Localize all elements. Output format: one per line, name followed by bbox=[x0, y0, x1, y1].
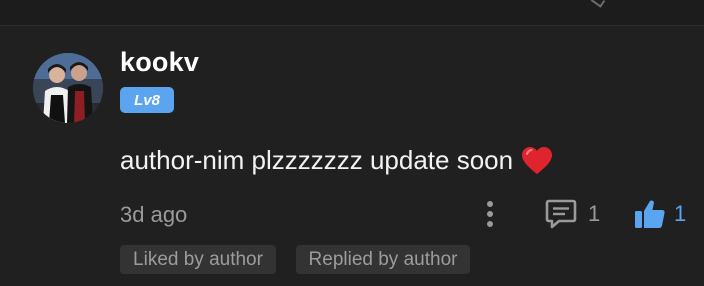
comment-body: author-nim plzzzzzzz update soon bbox=[120, 145, 553, 176]
replied-by-author-tag: Replied by author bbox=[296, 245, 470, 274]
like-count: 1 bbox=[674, 201, 687, 226]
more-dot bbox=[487, 211, 493, 217]
level-badge: Lv8 bbox=[120, 87, 174, 113]
comment-timestamp: 3d ago bbox=[120, 202, 188, 227]
like-button[interactable]: 1 bbox=[634, 197, 686, 231]
liked-by-author-tag: Liked by author bbox=[120, 245, 276, 274]
red-heart-icon bbox=[521, 146, 553, 175]
previous-comment-divider bbox=[0, 0, 704, 26]
user-avatar[interactable] bbox=[33, 53, 103, 123]
username[interactable]: kookv bbox=[120, 47, 199, 78]
comment-icon bbox=[545, 199, 577, 229]
thumbs-up-icon bbox=[635, 200, 665, 228]
comment-text: author-nim plzzzzzzz update soon bbox=[120, 145, 514, 175]
partial-icon bbox=[590, 0, 606, 8]
more-vertical-icon bbox=[487, 201, 493, 207]
avatar-image bbox=[33, 53, 103, 123]
more-dot bbox=[487, 221, 493, 227]
more-options-button[interactable] bbox=[478, 198, 502, 230]
reply-button[interactable]: 1 bbox=[544, 197, 600, 231]
reply-count: 1 bbox=[588, 201, 601, 226]
